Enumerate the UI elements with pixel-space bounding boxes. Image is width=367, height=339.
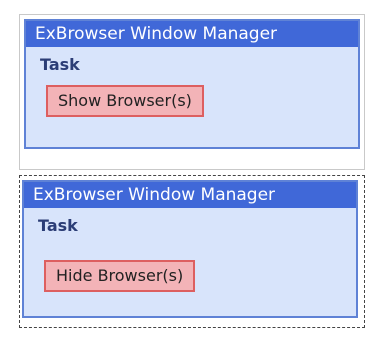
- window-manager-card: ExBrowser Window Manager Task Show Brows…: [24, 19, 360, 149]
- show-browsers-button[interactable]: Show Browser(s): [46, 85, 204, 117]
- card-title: ExBrowser Window Manager: [26, 21, 358, 47]
- card-title: ExBrowser Window Manager: [24, 182, 356, 208]
- hide-browsers-button[interactable]: Hide Browser(s): [44, 260, 196, 292]
- task-label: Task: [40, 55, 80, 74]
- list-item-selected[interactable]: ExBrowser Window Manager Task Hide Brows…: [19, 175, 365, 328]
- list-item[interactable]: ExBrowser Window Manager Task Show Brows…: [19, 14, 365, 170]
- window-manager-card: ExBrowser Window Manager Task Hide Brows…: [22, 180, 358, 318]
- task-label: Task: [38, 216, 78, 235]
